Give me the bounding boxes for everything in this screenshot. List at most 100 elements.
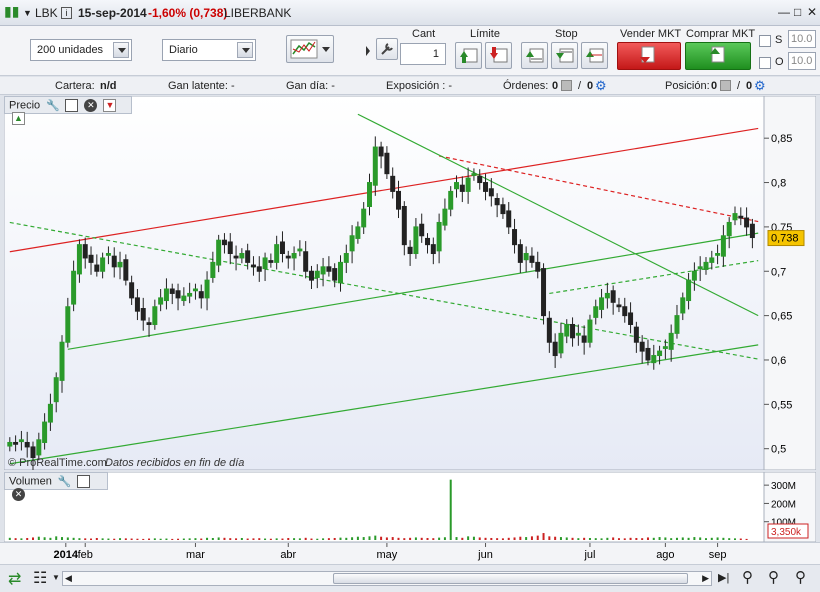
candle-body bbox=[645, 347, 651, 361]
candle-body bbox=[378, 146, 384, 157]
zoom-out-icon[interactable]: ⚲ bbox=[768, 568, 779, 586]
o-input[interactable]: 10.0 bbox=[788, 52, 816, 70]
candle-body bbox=[622, 306, 628, 317]
candle-body bbox=[59, 341, 65, 381]
window-icon[interactable] bbox=[76, 475, 90, 488]
buy-stop-button[interactable] bbox=[521, 42, 548, 69]
volume-bar bbox=[136, 538, 139, 540]
position-gear-icon[interactable]: ⚙ bbox=[754, 78, 766, 94]
window-icon[interactable] bbox=[65, 99, 79, 112]
volume-bar bbox=[461, 537, 464, 540]
chevron-right-icon[interactable] bbox=[364, 28, 372, 74]
volume-bar bbox=[49, 537, 52, 540]
wrench-icon bbox=[381, 43, 393, 55]
scroll-right-icon[interactable]: ▶ bbox=[702, 573, 709, 584]
volume-bar bbox=[130, 538, 133, 540]
candle-body bbox=[691, 270, 697, 281]
close-icon[interactable]: ✕ bbox=[12, 488, 25, 501]
chart-type-button[interactable] bbox=[286, 35, 334, 63]
trailing-stop-button[interactable] bbox=[581, 42, 608, 69]
s-input[interactable]: 10.0 bbox=[788, 30, 816, 48]
maximize-icon[interactable]: □ bbox=[794, 5, 801, 19]
volume-bar bbox=[113, 538, 116, 540]
price-panel-label: Precio bbox=[9, 99, 41, 112]
volume-bar bbox=[530, 536, 533, 540]
drawing-tools-icon[interactable]: ☷ bbox=[33, 568, 47, 588]
volume-bar bbox=[217, 537, 220, 540]
orders-gear-icon[interactable]: ⚙ bbox=[595, 78, 607, 94]
volume-bar bbox=[623, 538, 626, 540]
close-window-icon[interactable]: ✕ bbox=[807, 5, 817, 19]
exposicion: Exposición : - bbox=[386, 80, 453, 92]
quantity-select[interactable]: 200 unidades bbox=[30, 39, 132, 61]
sell-limit-button[interactable] bbox=[485, 42, 512, 69]
candle-body bbox=[250, 264, 256, 268]
candle-body bbox=[425, 237, 431, 246]
period-select[interactable]: Diario bbox=[162, 39, 256, 61]
buy-market-button[interactable] bbox=[685, 42, 751, 70]
candle-body bbox=[668, 332, 674, 350]
sell-market-button[interactable] bbox=[617, 42, 681, 70]
buy-limit-icon bbox=[460, 48, 478, 63]
scroll-left-icon[interactable]: ◀ bbox=[65, 573, 72, 584]
minimize-icon[interactable]: — bbox=[778, 5, 790, 19]
candle-body bbox=[332, 268, 338, 281]
sell-stop-button[interactable] bbox=[551, 42, 578, 69]
wrench-icon[interactable]: 🔧 bbox=[58, 475, 72, 488]
wrench-icon[interactable]: 🔧 bbox=[46, 99, 60, 112]
date-tick-label: mar bbox=[186, 549, 205, 561]
date-axis[interactable]: 2014 feb mar abr may jun jul ago sep bbox=[0, 542, 820, 564]
candle-body bbox=[523, 253, 529, 261]
volume-bar bbox=[385, 537, 388, 540]
price-tick-label: 0,55 bbox=[771, 399, 792, 411]
candle-body bbox=[111, 255, 117, 268]
candle-body bbox=[541, 268, 547, 317]
chevron-down-icon[interactable] bbox=[237, 42, 253, 58]
move-down-icon[interactable]: ▼ bbox=[103, 99, 117, 112]
volume-bar bbox=[606, 537, 609, 540]
volume-chart[interactable]: 300M200M100M 3,350k bbox=[4, 472, 816, 542]
orders-list-icon[interactable] bbox=[561, 80, 572, 91]
volume-bar bbox=[171, 538, 174, 540]
zoom-in-icon[interactable]: ⚲ bbox=[795, 568, 806, 586]
position-list-icon[interactable] bbox=[720, 80, 731, 91]
candle-body bbox=[245, 250, 251, 263]
zoom-fit-icon[interactable]: ⚲ bbox=[742, 568, 753, 586]
volume-bar bbox=[14, 538, 17, 540]
date-tick-label: feb bbox=[78, 549, 93, 561]
info-icon[interactable]: i bbox=[61, 7, 72, 19]
move-up-icon[interactable]: ▲ bbox=[12, 112, 25, 125]
candle-body bbox=[192, 288, 198, 292]
close-icon[interactable]: ✕ bbox=[84, 99, 98, 112]
volume-bar bbox=[565, 537, 568, 540]
volume-bar bbox=[119, 538, 122, 540]
volume-bar bbox=[571, 537, 574, 540]
candle-body bbox=[326, 266, 332, 272]
autoscale-icon[interactable]: ⇄ bbox=[8, 569, 21, 589]
chevron-down-icon[interactable]: ▼ bbox=[52, 573, 60, 582]
candle-body bbox=[314, 270, 320, 278]
volume-bar bbox=[235, 538, 238, 540]
price-chart[interactable]: 0,850,80,750,70,650,60,550,5 0,738 © Pro… bbox=[4, 96, 816, 470]
price-axis bbox=[763, 96, 816, 470]
vender-label: Vender MKT bbox=[620, 28, 682, 40]
o-checkbox[interactable] bbox=[759, 57, 771, 69]
end-icon[interactable]: ▶| bbox=[718, 571, 729, 584]
candle-body bbox=[396, 190, 402, 210]
volume-bar bbox=[211, 537, 214, 540]
chevron-down-icon[interactable] bbox=[113, 42, 129, 58]
price-tick-label: 0,85 bbox=[771, 133, 792, 145]
chevron-down-icon[interactable]: ▼ bbox=[23, 8, 32, 18]
ordenes-value: 0 bbox=[552, 80, 559, 92]
s-checkbox[interactable] bbox=[759, 35, 771, 47]
candle-body bbox=[140, 308, 146, 321]
cant-input[interactable]: 1 bbox=[400, 43, 446, 65]
order-settings-button[interactable] bbox=[376, 38, 398, 60]
time-scrollbar[interactable]: ◀ ▶ bbox=[62, 571, 712, 586]
buy-limit-button[interactable] bbox=[455, 42, 482, 69]
candle-body bbox=[628, 312, 634, 325]
scroll-thumb[interactable] bbox=[333, 573, 688, 584]
volume-bar bbox=[258, 538, 261, 540]
candle-body bbox=[575, 332, 581, 336]
date-tick-label: jul bbox=[583, 549, 595, 561]
